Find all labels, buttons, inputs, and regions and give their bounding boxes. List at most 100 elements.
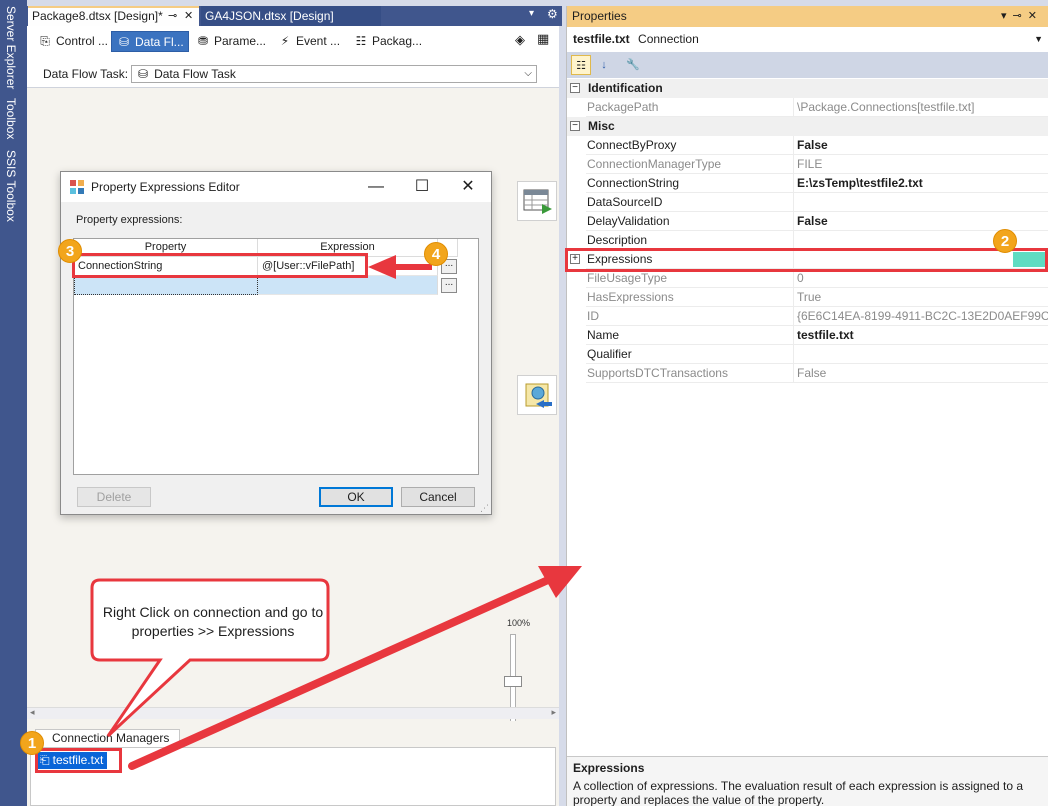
settings-gear-icon[interactable]: ⚙ (547, 7, 558, 21)
data-flow-task-value: Data Flow Task (154, 67, 236, 81)
resize-grip-icon[interactable]: ⋰ (480, 503, 489, 514)
document-tab-bar: Package8.dtsx [Design]* ⊸ ✕ GA4JSON.dtsx… (27, 6, 562, 26)
property-pages-icon[interactable]: 🔧 (623, 55, 643, 75)
property-value[interactable]: False (794, 212, 1048, 231)
dialog-app-icon (70, 180, 84, 194)
data-flow-task-icon: ⛁ (138, 67, 149, 81)
property-row[interactable]: DataSourceID (567, 193, 1048, 212)
step-badge-2: 2 (993, 229, 1017, 253)
new-row-ellipsis-button[interactable]: ... (441, 278, 457, 293)
property-name: ConnectionManagerType (586, 155, 794, 174)
properties-titlebar: Properties ▾⊸✕ (567, 6, 1048, 27)
category-identification[interactable]: − Identification (567, 79, 1048, 98)
connection-managers-tab[interactable]: Connection Managers (35, 729, 180, 747)
toolbox-web-icon[interactable] (517, 375, 557, 415)
new-row-property-cell[interactable] (74, 276, 258, 295)
horizontal-scrollbar[interactable]: ◂ ▸ (27, 707, 559, 719)
minimize-icon[interactable]: — (353, 172, 399, 202)
object-type: Connection (638, 32, 699, 46)
zoom-level: 100% (507, 618, 531, 628)
object-selector[interactable]: testfile.txt Connection ▼ (567, 28, 1048, 50)
maximize-icon[interactable]: ☐ (399, 172, 445, 202)
description-title: Expressions (573, 761, 645, 775)
property-row[interactable]: ConnectByProxy False (567, 136, 1048, 155)
property-name: SupportsDTCTransactions (586, 364, 794, 383)
property-expressions-label: Property expressions: (76, 214, 183, 226)
property-value[interactable] (794, 345, 1048, 364)
property-row[interactable]: ConnectionManagerType FILE (567, 155, 1048, 174)
property-row[interactable]: PackagePath \Package.Connections[testfil… (567, 98, 1048, 117)
delete-button[interactable]: Delete (77, 487, 151, 507)
grid-options-icon[interactable]: ▦ (537, 31, 549, 47)
tab-event-handlers[interactable]: ⚡ Event ... (273, 31, 345, 52)
tab-control-flow[interactable]: ⎘ Control ... (33, 31, 109, 52)
toolbox-tab[interactable]: Toolbox (4, 98, 18, 139)
ok-button[interactable]: OK (319, 487, 393, 507)
property-row[interactable]: HasExpressions True (567, 288, 1048, 307)
variables-icon[interactable]: ◈ (515, 32, 525, 48)
property-value[interactable]: E:\zsTemp\testfile2.txt (794, 174, 1048, 193)
property-row[interactable]: ConnectionString E:\zsTemp\testfile2.txt (567, 174, 1048, 193)
properties-pane: Properties ▾⊸✕ testfile.txt Connection ▼… (566, 6, 1048, 806)
property-value: \Package.Connections[testfile.txt] (794, 98, 1048, 117)
toolbox-component-icon[interactable] (517, 181, 557, 221)
property-value[interactable]: False (794, 136, 1048, 155)
parameters-icon: ⛃ (197, 34, 209, 48)
dialog-close-icon[interactable]: ✕ (445, 172, 491, 202)
property-value: True (794, 288, 1048, 307)
scroll-right-icon[interactable]: ▸ (551, 707, 556, 718)
event-handlers-icon: ⚡ (280, 34, 290, 48)
tab-parameters[interactable]: ⛃ Parame... (191, 31, 269, 52)
data-flow-task-select[interactable]: ⛁ Data Flow Task ⌵ (131, 65, 537, 83)
tab-package-explorer-label: Packag... (372, 34, 423, 48)
step-badge-4: 4 (424, 242, 448, 266)
property-name: Qualifier (586, 345, 794, 364)
property-name: PackagePath (586, 98, 794, 117)
property-row[interactable]: Name testfile.txt (567, 326, 1048, 345)
property-value[interactable]: testfile.txt (794, 326, 1048, 345)
property-row[interactable]: DelayValidation False (567, 212, 1048, 231)
tab-parameters-label: Parame... (214, 34, 267, 48)
property-name: ID (586, 307, 794, 326)
properties-title: Properties (572, 9, 627, 23)
category-misc[interactable]: − Misc (567, 117, 1048, 136)
close-icon[interactable]: ✕ (184, 8, 193, 24)
alphabetical-icon[interactable]: ↓ (594, 55, 614, 75)
property-row[interactable]: Qualifier (567, 345, 1048, 364)
property-row[interactable]: ID {6E6C14EA-8199-4911-BC2C-13E2D0AEF99C… (567, 307, 1048, 326)
cancel-button[interactable]: Cancel (401, 487, 475, 507)
description-text: A collection of expressions. The evaluat… (573, 779, 1024, 806)
property-value[interactable] (794, 193, 1048, 212)
data-flow-task-label: Data Flow Task: (43, 67, 129, 81)
callout-text: Right Click on connection and go to prop… (102, 604, 324, 639)
designer-tab-bar: ⎘ Control ... ⛁ Data Fl... ⛃ Parame... ⚡ Eve… (27, 26, 559, 58)
scroll-left-icon[interactable]: ◂ (30, 707, 35, 718)
property-row[interactable]: SupportsDTCTransactions False (567, 364, 1048, 383)
highlight-connection-item (35, 748, 122, 773)
collapse-icon[interactable]: − (570, 83, 580, 93)
property-expressions-editor-dialog: Property Expressions Editor — ☐ ✕ Proper… (60, 171, 492, 515)
chevron-down-icon: ▼ (1034, 34, 1043, 44)
ssis-toolbox-tab[interactable]: SSIS Toolbox (4, 150, 18, 222)
categorized-icon[interactable]: ☷ (571, 55, 591, 75)
collapse-icon[interactable]: − (570, 121, 580, 131)
zoom-slider-thumb[interactable] (504, 676, 522, 687)
pane-controls-icon[interactable]: ▾⊸✕ (1001, 6, 1043, 27)
tab-control-flow-label: Control ... (56, 34, 109, 48)
tab-package8[interactable]: Package8.dtsx [Design]* ⊸ ✕ (28, 6, 199, 26)
tab-ga4json-label: GA4JSON.dtsx [Design] (205, 9, 334, 23)
tab-data-flow[interactable]: ⛁ Data Fl... (111, 31, 189, 52)
data-flow-task-row: Data Flow Task: ⛁ Data Flow Task ⌵ (27, 58, 559, 88)
tab-data-flow-label: Data Fl... (135, 35, 184, 49)
dialog-title: Property Expressions Editor (91, 180, 240, 194)
pin-icon[interactable]: ⊸ (168, 8, 177, 24)
new-row-expression-cell[interactable] (258, 276, 438, 295)
tab-overflow-icon[interactable]: ▾ (529, 8, 534, 19)
object-name: testfile.txt (573, 32, 630, 46)
tab-ga4json[interactable]: GA4JSON.dtsx [Design] (201, 6, 381, 26)
package-explorer-icon: ☷ (355, 34, 367, 48)
tab-package-explorer[interactable]: ☷ Packag... (349, 31, 429, 52)
server-explorer-tab[interactable]: Server Explorer (4, 6, 18, 89)
tab-package8-label: Package8.dtsx [Design]* (32, 9, 163, 23)
property-value: {6E6C14EA-8199-4911-BC2C-13E2D0AEF99C} (794, 307, 1048, 326)
